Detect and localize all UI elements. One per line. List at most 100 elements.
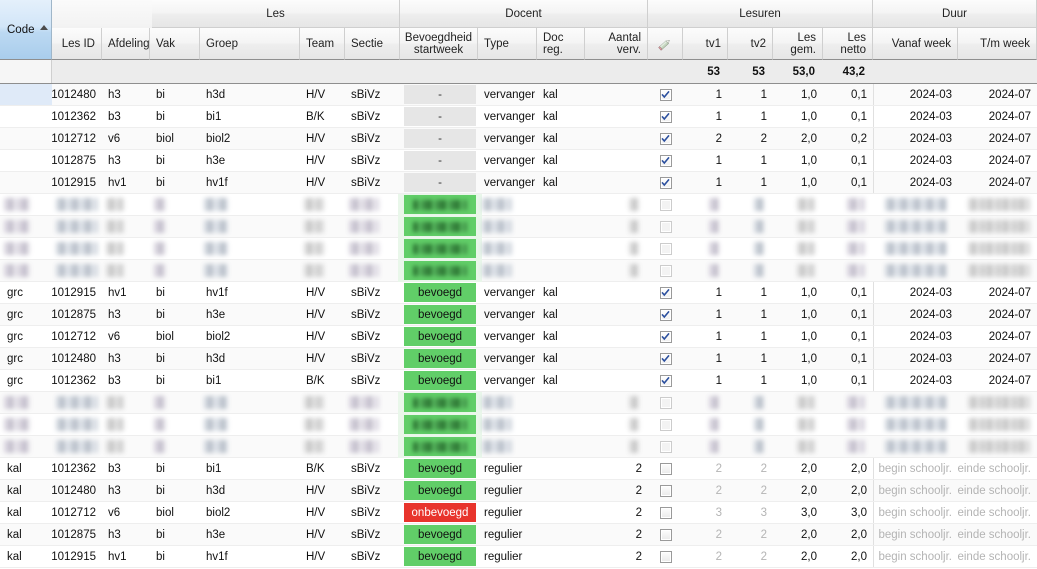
cell-les-id[interactable]: 1012480	[52, 480, 102, 501]
cell-team[interactable]: H/V	[300, 348, 345, 369]
cell-doc-reg[interactable]	[537, 524, 585, 545]
cell-pencil[interactable]	[648, 84, 683, 105]
cell-tv1[interactable]: 1	[683, 348, 728, 369]
table-row-redacted[interactable]	[0, 414, 1037, 436]
cell-code[interactable]: kal	[0, 502, 52, 523]
cell-groep[interactable]: bi1	[200, 370, 300, 391]
cell-aantal-verv[interactable]: 2	[585, 502, 648, 523]
cell-vak[interactable]: bi	[150, 370, 200, 391]
cell-tv1[interactable]: 2	[683, 128, 728, 149]
column-header-les-id[interactable]: Les ID	[52, 28, 102, 60]
column-header-tm-week[interactable]: T/m week	[958, 28, 1037, 60]
column-header-tv1[interactable]: tv1	[683, 28, 728, 60]
cell-afdeling[interactable]: hv1	[102, 546, 150, 567]
row-checkbox-cell[interactable]	[648, 414, 683, 435]
cell-les-gem[interactable]: 2,0	[773, 128, 823, 149]
column-header-sectie[interactable]: Sectie	[345, 28, 400, 60]
cell-aantal-verv[interactable]: 2	[585, 546, 648, 567]
cell-aantal-verv[interactable]	[585, 84, 648, 105]
cell-doc-reg[interactable]: kal	[537, 106, 585, 127]
cell-vanaf-week[interactable]: begin schooljr.	[873, 480, 958, 501]
cell-code[interactable]: kal	[0, 524, 52, 545]
cell-code[interactable]: grc	[0, 370, 52, 391]
cell-vak[interactable]: bi	[150, 348, 200, 369]
row-checkbox[interactable]	[659, 154, 672, 167]
cell-vanaf-week[interactable]: 2024-03	[873, 106, 958, 127]
cell-les-id[interactable]: 1012712	[52, 128, 102, 149]
cell-tm-week[interactable]: 2024-07	[958, 128, 1037, 149]
cell-groep[interactable]: h3e	[200, 304, 300, 325]
cell-tv1[interactable]: 1	[683, 326, 728, 347]
cell-vanaf-week[interactable]: 2024-03	[873, 348, 958, 369]
cell-les-netto[interactable]: 3,0	[823, 502, 873, 523]
cell-les-id[interactable]: 1012875	[52, 150, 102, 171]
cell-tv1[interactable]: 1	[683, 106, 728, 127]
row-checkbox[interactable]	[659, 506, 672, 519]
cell-afdeling[interactable]: h3	[102, 524, 150, 545]
cell-groep[interactable]: hv1f	[200, 546, 300, 567]
cell-aantal-verv[interactable]: 2	[585, 524, 648, 545]
cell-team[interactable]: B/K	[300, 370, 345, 391]
cell-sectie[interactable]: sBiVz	[345, 84, 400, 105]
cell-type[interactable]: regulier	[478, 524, 537, 545]
cell-aantal-verv[interactable]: 2	[585, 458, 648, 479]
cell-les-gem[interactable]: 1,0	[773, 326, 823, 347]
cell-code[interactable]: grc	[0, 304, 52, 325]
cell-type[interactable]: regulier	[478, 546, 537, 567]
cell-aantal-verv[interactable]	[585, 348, 648, 369]
cell-les-netto[interactable]: 2,0	[823, 458, 873, 479]
cell-afdeling[interactable]: b3	[102, 106, 150, 127]
column-header-doc-reg[interactable]: Doc reg.	[537, 28, 585, 60]
table-row[interactable]: kal 1012712 v6 biol biol2 H/V sBiVz regulier 2 3 3…	[0, 502, 1037, 524]
cell-les-netto[interactable]: 0,1	[823, 370, 873, 391]
column-header-groep[interactable]: Groep	[200, 28, 300, 60]
column-header-code[interactable]: Code	[0, 0, 52, 60]
cell-tv2[interactable]: 1	[728, 304, 773, 325]
cell-tv1[interactable]: 2	[683, 524, 728, 545]
cell-les-netto[interactable]: 2,0	[823, 524, 873, 545]
column-header-vak[interactable]: Vak	[150, 28, 200, 60]
table-row[interactable]: kal 1012362 b3 bi bi1 B/K sBiVz regulier 2 2 2 2,0 2…	[0, 458, 1037, 480]
cell-code[interactable]: grc	[0, 326, 52, 347]
cell-tm-week[interactable]: einde schooljr.	[958, 524, 1037, 545]
cell-aantal-verv[interactable]	[585, 326, 648, 347]
cell-tv1[interactable]: 2	[683, 458, 728, 479]
cell-sectie[interactable]: sBiVz	[345, 348, 400, 369]
cell-groep[interactable]: bi1	[200, 106, 300, 127]
cell-les-gem[interactable]: 1,0	[773, 304, 823, 325]
cell-pencil[interactable]	[648, 326, 683, 347]
table-row[interactable]: 1012480 h3 bi h3d H/V sBiVz vervanger kal 1 1 1,0 0…	[0, 84, 1037, 106]
cell-tm-week[interactable]: einde schooljr.	[958, 480, 1037, 501]
cell-doc-reg[interactable]: kal	[537, 326, 585, 347]
cell-pencil[interactable]	[648, 546, 683, 567]
cell-les-id[interactable]: 1012362	[52, 106, 102, 127]
cell-groep[interactable]: h3d	[200, 348, 300, 369]
cell-les-gem[interactable]: 1,0	[773, 370, 823, 391]
cell-tm-week[interactable]: einde schooljr.	[958, 502, 1037, 523]
cell-groep[interactable]: hv1f	[200, 282, 300, 303]
cell-afdeling[interactable]: h3	[102, 480, 150, 501]
cell-team[interactable]: H/V	[300, 304, 345, 325]
row-checkbox[interactable]	[659, 110, 672, 123]
cell-afdeling[interactable]: hv1	[102, 282, 150, 303]
cell-les-id[interactable]: 1012915	[52, 546, 102, 567]
cell-vak[interactable]: biol	[150, 326, 200, 347]
cell-tv1[interactable]: 2	[683, 546, 728, 567]
cell-afdeling[interactable]: h3	[102, 348, 150, 369]
cell-vak[interactable]: bi	[150, 480, 200, 501]
cell-team[interactable]: H/V	[300, 84, 345, 105]
cell-tm-week[interactable]: 2024-07	[958, 348, 1037, 369]
cell-tv2[interactable]: 1	[728, 348, 773, 369]
cell-tv2[interactable]: 2	[728, 480, 773, 501]
cell-tv2[interactable]: 1	[728, 282, 773, 303]
cell-tm-week[interactable]: 2024-07	[958, 84, 1037, 105]
cell-doc-reg[interactable]: kal	[537, 348, 585, 369]
cell-les-id[interactable]: 1012480	[52, 348, 102, 369]
cell-vanaf-week[interactable]: 2024-03	[873, 304, 958, 325]
cell-groep[interactable]: h3e	[200, 524, 300, 545]
table-row[interactable]: grc 1012915 hv1 bi hv1f H/V sBiVz vervanger kal 1…	[0, 282, 1037, 304]
cell-sectie[interactable]: sBiVz	[345, 458, 400, 479]
cell-doc-reg[interactable]	[537, 480, 585, 501]
cell-les-netto[interactable]: 0,1	[823, 150, 873, 171]
cell-tv2[interactable]: 1	[728, 150, 773, 171]
